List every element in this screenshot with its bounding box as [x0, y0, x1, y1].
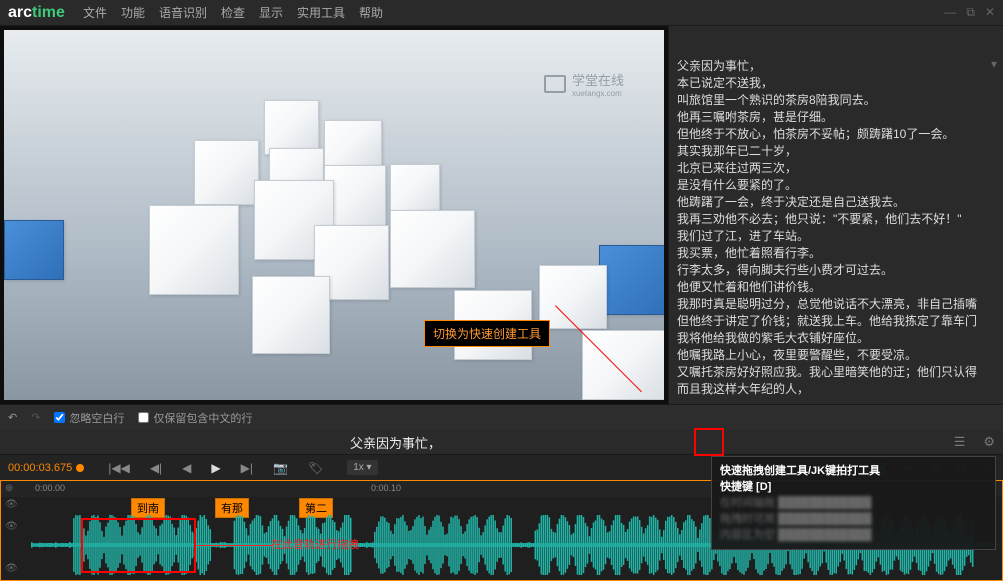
script-options: ↶ ↷ 忽略空白行 仅保留包含中文的行 [0, 404, 1003, 430]
drag-annotation: 在此音轨进行拖拽 [271, 536, 359, 552]
settings-icon[interactable]: ⚙ [983, 434, 995, 450]
script-line[interactable]: 他嘱我路上小心，夜里要警醒些，不要受凉。 [677, 347, 995, 364]
script-line[interactable]: 其实我那年已二十岁， [677, 143, 995, 160]
script-line[interactable]: 本已说定不送我， [677, 75, 995, 92]
record-indicator [76, 464, 84, 472]
script-line[interactable]: 我将他给我做的紫毛大衣铺好座位。 [677, 330, 995, 347]
redo-icon[interactable]: ↷ [31, 411, 40, 424]
next-icon[interactable]: ▶| [241, 461, 253, 475]
speed-selector[interactable]: 1x ▾ [347, 460, 377, 475]
timecode: 00:00:03.675 [8, 462, 72, 474]
rewind-start-icon[interactable]: |◀◀ [108, 461, 130, 475]
tool-tooltip: 快速拖拽创建工具/JK键拍打工具 快捷键 [D] 在时间轴拖 █████████… [711, 456, 996, 550]
annotation-line [197, 545, 272, 546]
script-line[interactable]: 我们过了江，进了车站。 [677, 228, 995, 245]
list-icon[interactable]: ☰ [954, 434, 966, 450]
script-line[interactable]: 他便又忙着和他们讲价钱。 [677, 279, 995, 296]
script-line[interactable]: 我那时真是聪明过分，总觉他说话不大漂亮，非自己插嘴 [677, 296, 995, 313]
menu-display[interactable]: 显示 [259, 4, 283, 21]
close-icon[interactable]: ✕ [985, 5, 995, 20]
prev-icon[interactable]: ◀ [182, 461, 191, 475]
script-line[interactable]: 是没有什么要紧的了。 [677, 177, 995, 194]
script-line[interactable]: 但他终于不放心，怕茶房不妥帖；颇踌躇10了一会。 [677, 126, 995, 143]
script-line[interactable]: 北京已来往过两三次， [677, 160, 995, 177]
menu-tools[interactable]: 实用工具 [297, 4, 345, 21]
script-line[interactable]: 我买票，他忙着照看行李。 [677, 245, 995, 262]
ruler-tick: 0:00.00 [35, 483, 65, 493]
watermark: 学堂在线xuetangx.com [544, 70, 624, 98]
current-cue[interactable]: 父亲因为事忙， [350, 433, 441, 452]
play-icon[interactable]: ▶ [211, 461, 220, 475]
script-line[interactable]: 但他终于讲定了价钱；就送我上车。他给我拣定了靠车门 [677, 313, 995, 330]
track-eye-icon[interactable]: 👁 [5, 521, 18, 532]
chinese-only-checkbox[interactable]: 仅保留包含中文的行 [138, 410, 252, 426]
ruler-tick: 0:00.10 [371, 483, 401, 493]
menu-speech[interactable]: 语音识别 [159, 4, 207, 21]
main-menu: 文件 功能 语音识别 检查 显示 实用工具 帮助 [83, 4, 383, 21]
script-line[interactable]: 他踌躇了一会，终于决定还是自己送我去。 [677, 194, 995, 211]
track-eye-icon[interactable]: 👁 [5, 499, 18, 510]
menu-function[interactable]: 功能 [121, 4, 145, 21]
minimize-icon[interactable]: — [944, 5, 956, 20]
menu-file[interactable]: 文件 [83, 4, 107, 21]
script-line[interactable]: 行李太多，得向脚夫行些小费才可过去。 [677, 262, 995, 279]
track-eye-icon[interactable]: 👁 [5, 563, 18, 574]
maximize-icon[interactable]: ⧉ [966, 5, 975, 20]
cue-editor: 父亲因为事忙， ☰ ⚙ [0, 430, 1003, 454]
script-line[interactable]: 而且我这样大年纪的人， [677, 381, 995, 398]
undo-icon[interactable]: ↶ [8, 411, 17, 424]
script-line[interactable]: 又嘱托茶房好好照应我。我心里暗笑他的迂；他们只认得 [677, 364, 995, 381]
video-preview: 学堂在线xuetangx.com 切换为快速创建工具 [0, 26, 668, 404]
mode-tooltip: 切换为快速创建工具 [424, 320, 550, 347]
panel-menu-icon[interactable]: ▾ [991, 56, 997, 73]
script-line[interactable]: 他再三嘱咐茶房，甚是仔细。 [677, 109, 995, 126]
ignore-blank-checkbox[interactable]: 忽略空白行 [54, 410, 124, 426]
step-back-icon[interactable]: ◀| [150, 461, 162, 475]
script-line[interactable]: 我再三劝他不必去；他只说："不要紧，他们去不好！" [677, 211, 995, 228]
script-line[interactable]: 叫旅馆里一个熟识的茶房8陪我同去。 [677, 92, 995, 109]
script-panel: ▾ 父亲因为事忙，本已说定不送我，叫旅馆里一个熟识的茶房8陪我同去。他再三嘱咐茶… [668, 26, 1003, 404]
app-logo: arctime [8, 4, 65, 22]
script-line[interactable]: 父亲因为事忙， [677, 58, 995, 75]
script-lines[interactable]: ▾ 父亲因为事忙，本已说定不送我，叫旅馆里一个熟识的茶房8陪我同去。他再三嘱咐茶… [669, 52, 1003, 404]
marker-icon[interactable]: 🏷 [308, 461, 323, 475]
track-visibility-icon[interactable]: ⊕ [5, 483, 13, 494]
camera-icon[interactable]: 📷 [273, 461, 288, 475]
title-bar: arctime 文件 功能 语音识别 检查 显示 实用工具 帮助 — ⧉ ✕ [0, 0, 1003, 26]
menu-help[interactable]: 帮助 [359, 4, 383, 21]
drag-selection [81, 518, 196, 573]
window-controls: — ⧉ ✕ [944, 5, 995, 20]
menu-check[interactable]: 检查 [221, 4, 245, 21]
